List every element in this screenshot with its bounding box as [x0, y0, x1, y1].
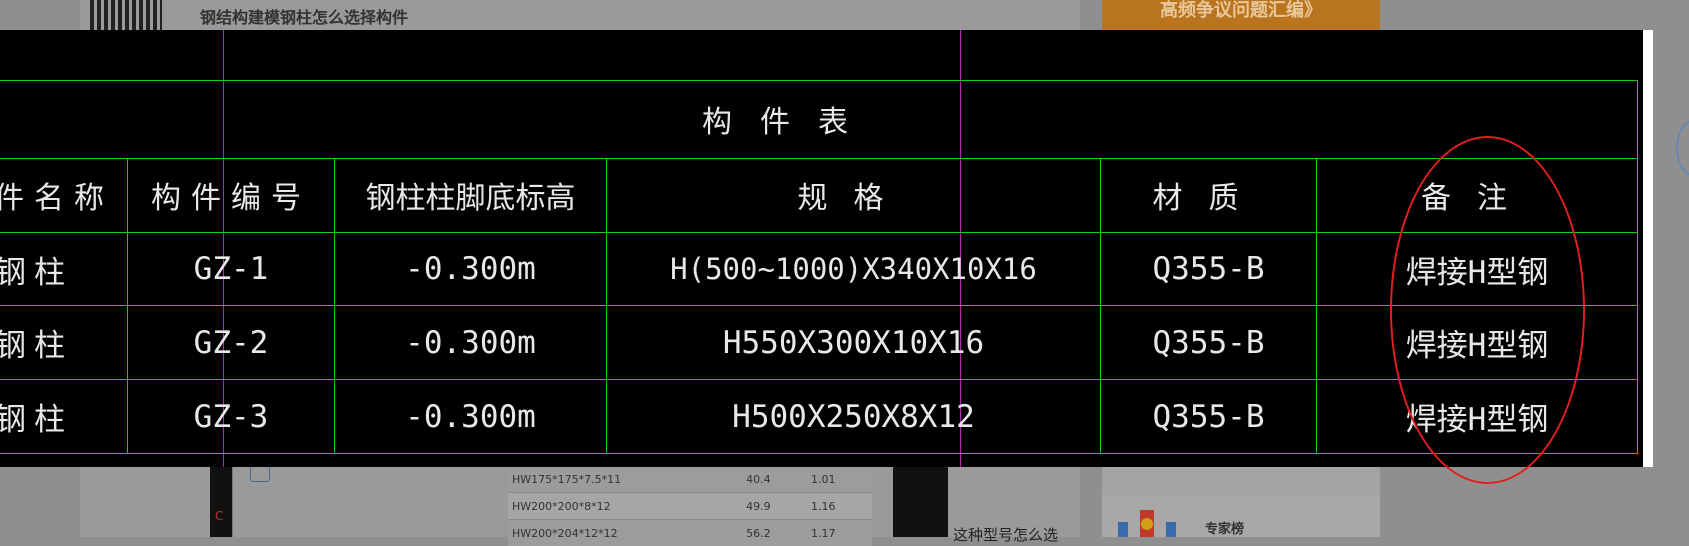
- qr-code-icon: [90, 0, 162, 30]
- remarks-highlight-ellipse: [1390, 136, 1585, 484]
- cell-component-name: 钢柱: [0, 380, 128, 454]
- steel-section-table: HW175*175*7.5*11 40.4 1.01 HW200*200*8*1…: [508, 465, 872, 546]
- table-row: HW175*175*7.5*11 40.4 1.01: [508, 466, 872, 493]
- header-specification: 规格: [607, 158, 1101, 232]
- table-cell: 1.17: [807, 520, 872, 546]
- promo-banner[interactable]: 高频争议问题汇编》: [1102, 0, 1380, 30]
- table-cell: 1.01: [807, 466, 872, 493]
- table-cell: HW200*200*8*12: [508, 493, 742, 520]
- table-cell: 1.16: [807, 493, 872, 520]
- cell-component-id: GZ-2: [128, 306, 335, 380]
- cell-specification: H(500~1000)X340X10X16: [607, 232, 1101, 306]
- header-component-id: 构件编号: [128, 158, 335, 232]
- table-row: HW200*204*12*12 56.2 1.17: [508, 520, 872, 546]
- table-cell: 49.9: [742, 493, 807, 520]
- cell-component-name: 钢柱: [0, 306, 128, 380]
- cell-material: Q355-B: [1101, 232, 1317, 306]
- cell-material: Q355-B: [1101, 306, 1317, 380]
- cell-base-elevation: -0.300m: [335, 232, 607, 306]
- table-cell: HW200*204*12*12: [508, 520, 742, 546]
- table-row: HW200*200*8*12 49.9 1.16: [508, 493, 872, 520]
- table-row: 钢柱 GZ-3 -0.300m H500X250X8X12 Q355-B 焊接H…: [0, 380, 1638, 454]
- table-title: 构件表: [0, 81, 1638, 159]
- cell-specification: H500X250X8X12: [607, 380, 1101, 454]
- side-float-button[interactable]: [1676, 120, 1689, 176]
- cell-component-name: 钢柱: [0, 232, 128, 306]
- cell-base-elevation: -0.300m: [335, 306, 607, 380]
- cad-thumbnail-right: [893, 465, 948, 537]
- expert-rank-label[interactable]: 专家榜: [1205, 518, 1244, 537]
- table-cell: HW175*175*7.5*11: [508, 466, 742, 493]
- table-title-row: 构件表: [0, 81, 1638, 159]
- question-link[interactable]: 这种型号怎么选: [953, 524, 1058, 545]
- header-base-elevation: 钢柱柱脚底标高: [335, 158, 607, 232]
- header-material: 材质: [1101, 158, 1317, 232]
- cell-material: Q355-B: [1101, 380, 1317, 454]
- cad-thumbnail-left: C: [210, 465, 234, 537]
- cell-base-elevation: -0.300m: [335, 380, 607, 454]
- table-header-row: 构件名称 构件编号 钢柱柱脚底标高 规格 材质 备注: [0, 158, 1638, 232]
- viewer-scrollbar[interactable]: [1643, 30, 1653, 467]
- cell-specification: H550X300X10X16: [607, 306, 1101, 380]
- table-cell: 56.2: [742, 520, 807, 546]
- cell-component-id: GZ-1: [128, 232, 335, 306]
- header-component-name: 构件名称: [0, 158, 128, 232]
- cad-marker: C: [215, 509, 223, 523]
- medal-icon: [1118, 510, 1182, 537]
- article-title[interactable]: 钢结构建模钢柱怎么选择构件: [200, 4, 408, 28]
- cell-component-id: GZ-3: [128, 380, 335, 454]
- table-cell: 40.4: [742, 466, 807, 493]
